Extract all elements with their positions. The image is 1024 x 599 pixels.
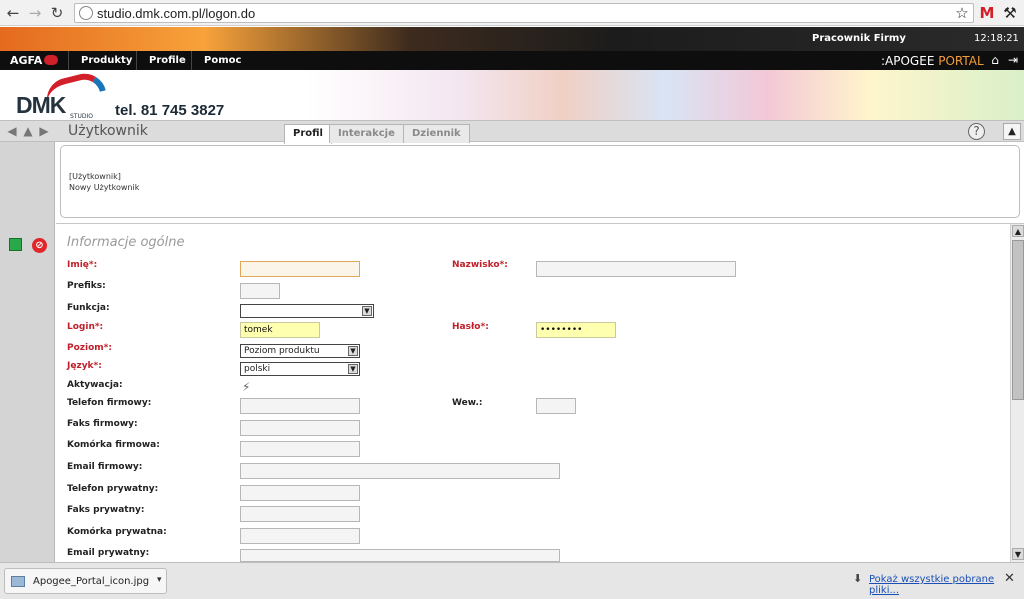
email-firmowy-input[interactable] [240, 463, 560, 479]
download-item[interactable]: Apogee_Portal_icon.jpg ▾ [4, 568, 167, 594]
label-telefon-prywatny: Telefon prywatny: [67, 484, 159, 494]
page-info-icon [79, 6, 93, 20]
label-haslo: Hasło*: [452, 322, 489, 332]
prefiks-input[interactable] [240, 283, 280, 299]
label-faks-firmowy: Faks firmowy: [67, 419, 138, 429]
label-imie: Imię*: [67, 260, 98, 270]
reload-icon[interactable]: ↻ [48, 4, 66, 22]
title-bar: ◀ ▲ ▶ Użytkownik Profil Interakcje Dzien… [0, 120, 1024, 144]
menu-item-pomoc[interactable]: Pomoc [191, 51, 253, 70]
header-banner: Pracownik Firmy 12:18:21 [0, 27, 1024, 51]
info-name: Nowy Użytkownik [69, 183, 140, 192]
jezyk-value: polski [244, 364, 271, 374]
chevron-down-icon: ▼ [348, 364, 358, 374]
label-login: Login*: [67, 322, 104, 332]
download-arrow-icon: ⬇ [853, 572, 863, 585]
komorka-prywatna-input[interactable] [240, 528, 360, 544]
show-all-downloads-link[interactable]: Pokaż wszystkie pobrane pliki... [869, 574, 1024, 596]
komorka-firmowa-input[interactable] [240, 441, 360, 457]
menu-item-profile[interactable]: Profile [136, 51, 198, 70]
imie-input[interactable] [240, 261, 360, 277]
info-panel: [Użytkownik] Nowy Użytkownik [60, 145, 1020, 218]
telefon-prywatny-input[interactable] [240, 485, 360, 501]
clock-time: 12:18:21 [974, 33, 1019, 44]
address-bar[interactable]: studio.dmk.com.pl/logon.do [74, 3, 974, 23]
company-sub: STUDIO [70, 113, 93, 120]
section-title: Informacje ogólne [67, 235, 185, 250]
chevron-down-icon: ▼ [348, 346, 358, 356]
wrench-icon[interactable]: ⚒ [1000, 3, 1020, 23]
label-funkcja: Funkcja: [67, 303, 110, 313]
page-title: Użytkownik [68, 123, 148, 139]
login-input[interactable]: tomek [240, 322, 320, 338]
agfa-badge-icon [44, 55, 58, 65]
help-icon[interactable]: ? [968, 123, 985, 140]
home-icon[interactable]: ⌂ [988, 53, 1002, 67]
scrollbar[interactable]: ▲ ▼ [1010, 224, 1024, 562]
left-rail: ⊘ [0, 142, 55, 562]
telefon-firmowy-input[interactable] [240, 398, 360, 414]
wew-input[interactable] [536, 398, 576, 414]
label-email-prywatny: Email prywatny: [67, 548, 150, 558]
forward-arrow-icon[interactable]: ▶ [37, 124, 51, 138]
logout-icon[interactable]: ⇥ [1006, 53, 1020, 67]
label-wew: Wew.: [452, 398, 483, 408]
star-icon[interactable]: ☆ [952, 3, 972, 23]
funkcja-select[interactable]: ▼ [240, 304, 374, 318]
company-phone: tel. 81 745 3827 [115, 102, 225, 119]
jezyk-select[interactable]: polski ▼ [240, 362, 360, 376]
label-poziom: Poziom*: [67, 343, 112, 353]
tab-profil[interactable]: Profil [284, 124, 332, 144]
label-prefiks: Prefiks: [67, 281, 106, 291]
save-icon[interactable] [9, 238, 22, 251]
info-type: [Użytkownik] [69, 172, 121, 181]
chevron-down-icon[interactable]: ▾ [157, 575, 162, 585]
activation-lightning-icon[interactable]: ⚡ [242, 380, 250, 394]
up-arrow-icon[interactable]: ▲ [21, 124, 35, 138]
tab-dziennik[interactable]: Dziennik [403, 124, 470, 143]
browser-toolbar: ← → ↻ studio.dmk.com.pl/logon.do ☆ M ⚒ [0, 0, 1024, 26]
main-menu: AGFA Produkty Profile Pomoc :APOGEE PORT… [0, 51, 1024, 70]
logo-area: DMK STUDIO tel. 81 745 3827 [0, 69, 1024, 120]
product-prefix: :APOGEE [881, 54, 935, 68]
label-aktywacja: Aktywacja: [67, 380, 123, 390]
label-faks-prywatny: Faks prywatny: [67, 505, 145, 515]
poziom-select[interactable]: Poziom produktu ▼ [240, 344, 360, 358]
back-arrow-icon[interactable]: ◀ [5, 124, 19, 138]
company-logo: DMK [16, 92, 66, 118]
gmail-icon[interactable]: M [977, 3, 997, 23]
menu-item-produkty[interactable]: Produkty [68, 51, 144, 70]
label-komorka-firmowa: Komórka firmowa: [67, 440, 160, 450]
product-suffix: PORTAL [934, 54, 984, 68]
scrollbar-thumb[interactable] [1012, 240, 1024, 400]
scroll-down-icon[interactable]: ▼ [1012, 548, 1024, 560]
close-icon[interactable]: ✕ [1004, 571, 1015, 586]
haslo-input[interactable]: •••••••• [536, 322, 616, 338]
arrow-left-icon[interactable]: ← [4, 4, 22, 22]
cancel-icon[interactable]: ⊘ [32, 238, 47, 253]
divider [56, 223, 1024, 224]
email-prywatny-input[interactable] [240, 549, 560, 562]
tab-interakcje[interactable]: Interakcje [329, 124, 404, 143]
label-email-firmowy: Email firmowy: [67, 462, 143, 472]
image-file-icon [11, 576, 25, 587]
arrow-right-icon[interactable]: → [26, 4, 44, 22]
collapse-icon[interactable]: ▲ [1003, 123, 1021, 140]
scroll-up-icon[interactable]: ▲ [1012, 225, 1024, 237]
chevron-down-icon: ▼ [362, 306, 372, 316]
download-filename: Apogee_Portal_icon.jpg [33, 576, 150, 587]
url-text: studio.dmk.com.pl/logon.do [97, 6, 256, 21]
poziom-value: Poziom produktu [244, 346, 320, 356]
user-label: Pracownik Firmy [812, 33, 906, 44]
label-jezyk: Język*: [67, 361, 102, 371]
label-telefon-firmowy: Telefon firmowy: [67, 398, 152, 408]
brand-logo: AGFA [10, 54, 43, 67]
label-komorka-prywatna: Komórka prywatna: [67, 527, 167, 537]
nazwisko-input[interactable] [536, 261, 736, 277]
faks-firmowy-input[interactable] [240, 420, 360, 436]
faks-prywatny-input[interactable] [240, 506, 360, 522]
label-nazwisko: Nazwisko*: [452, 260, 508, 270]
product-logo: :APOGEE PORTAL [881, 54, 984, 68]
